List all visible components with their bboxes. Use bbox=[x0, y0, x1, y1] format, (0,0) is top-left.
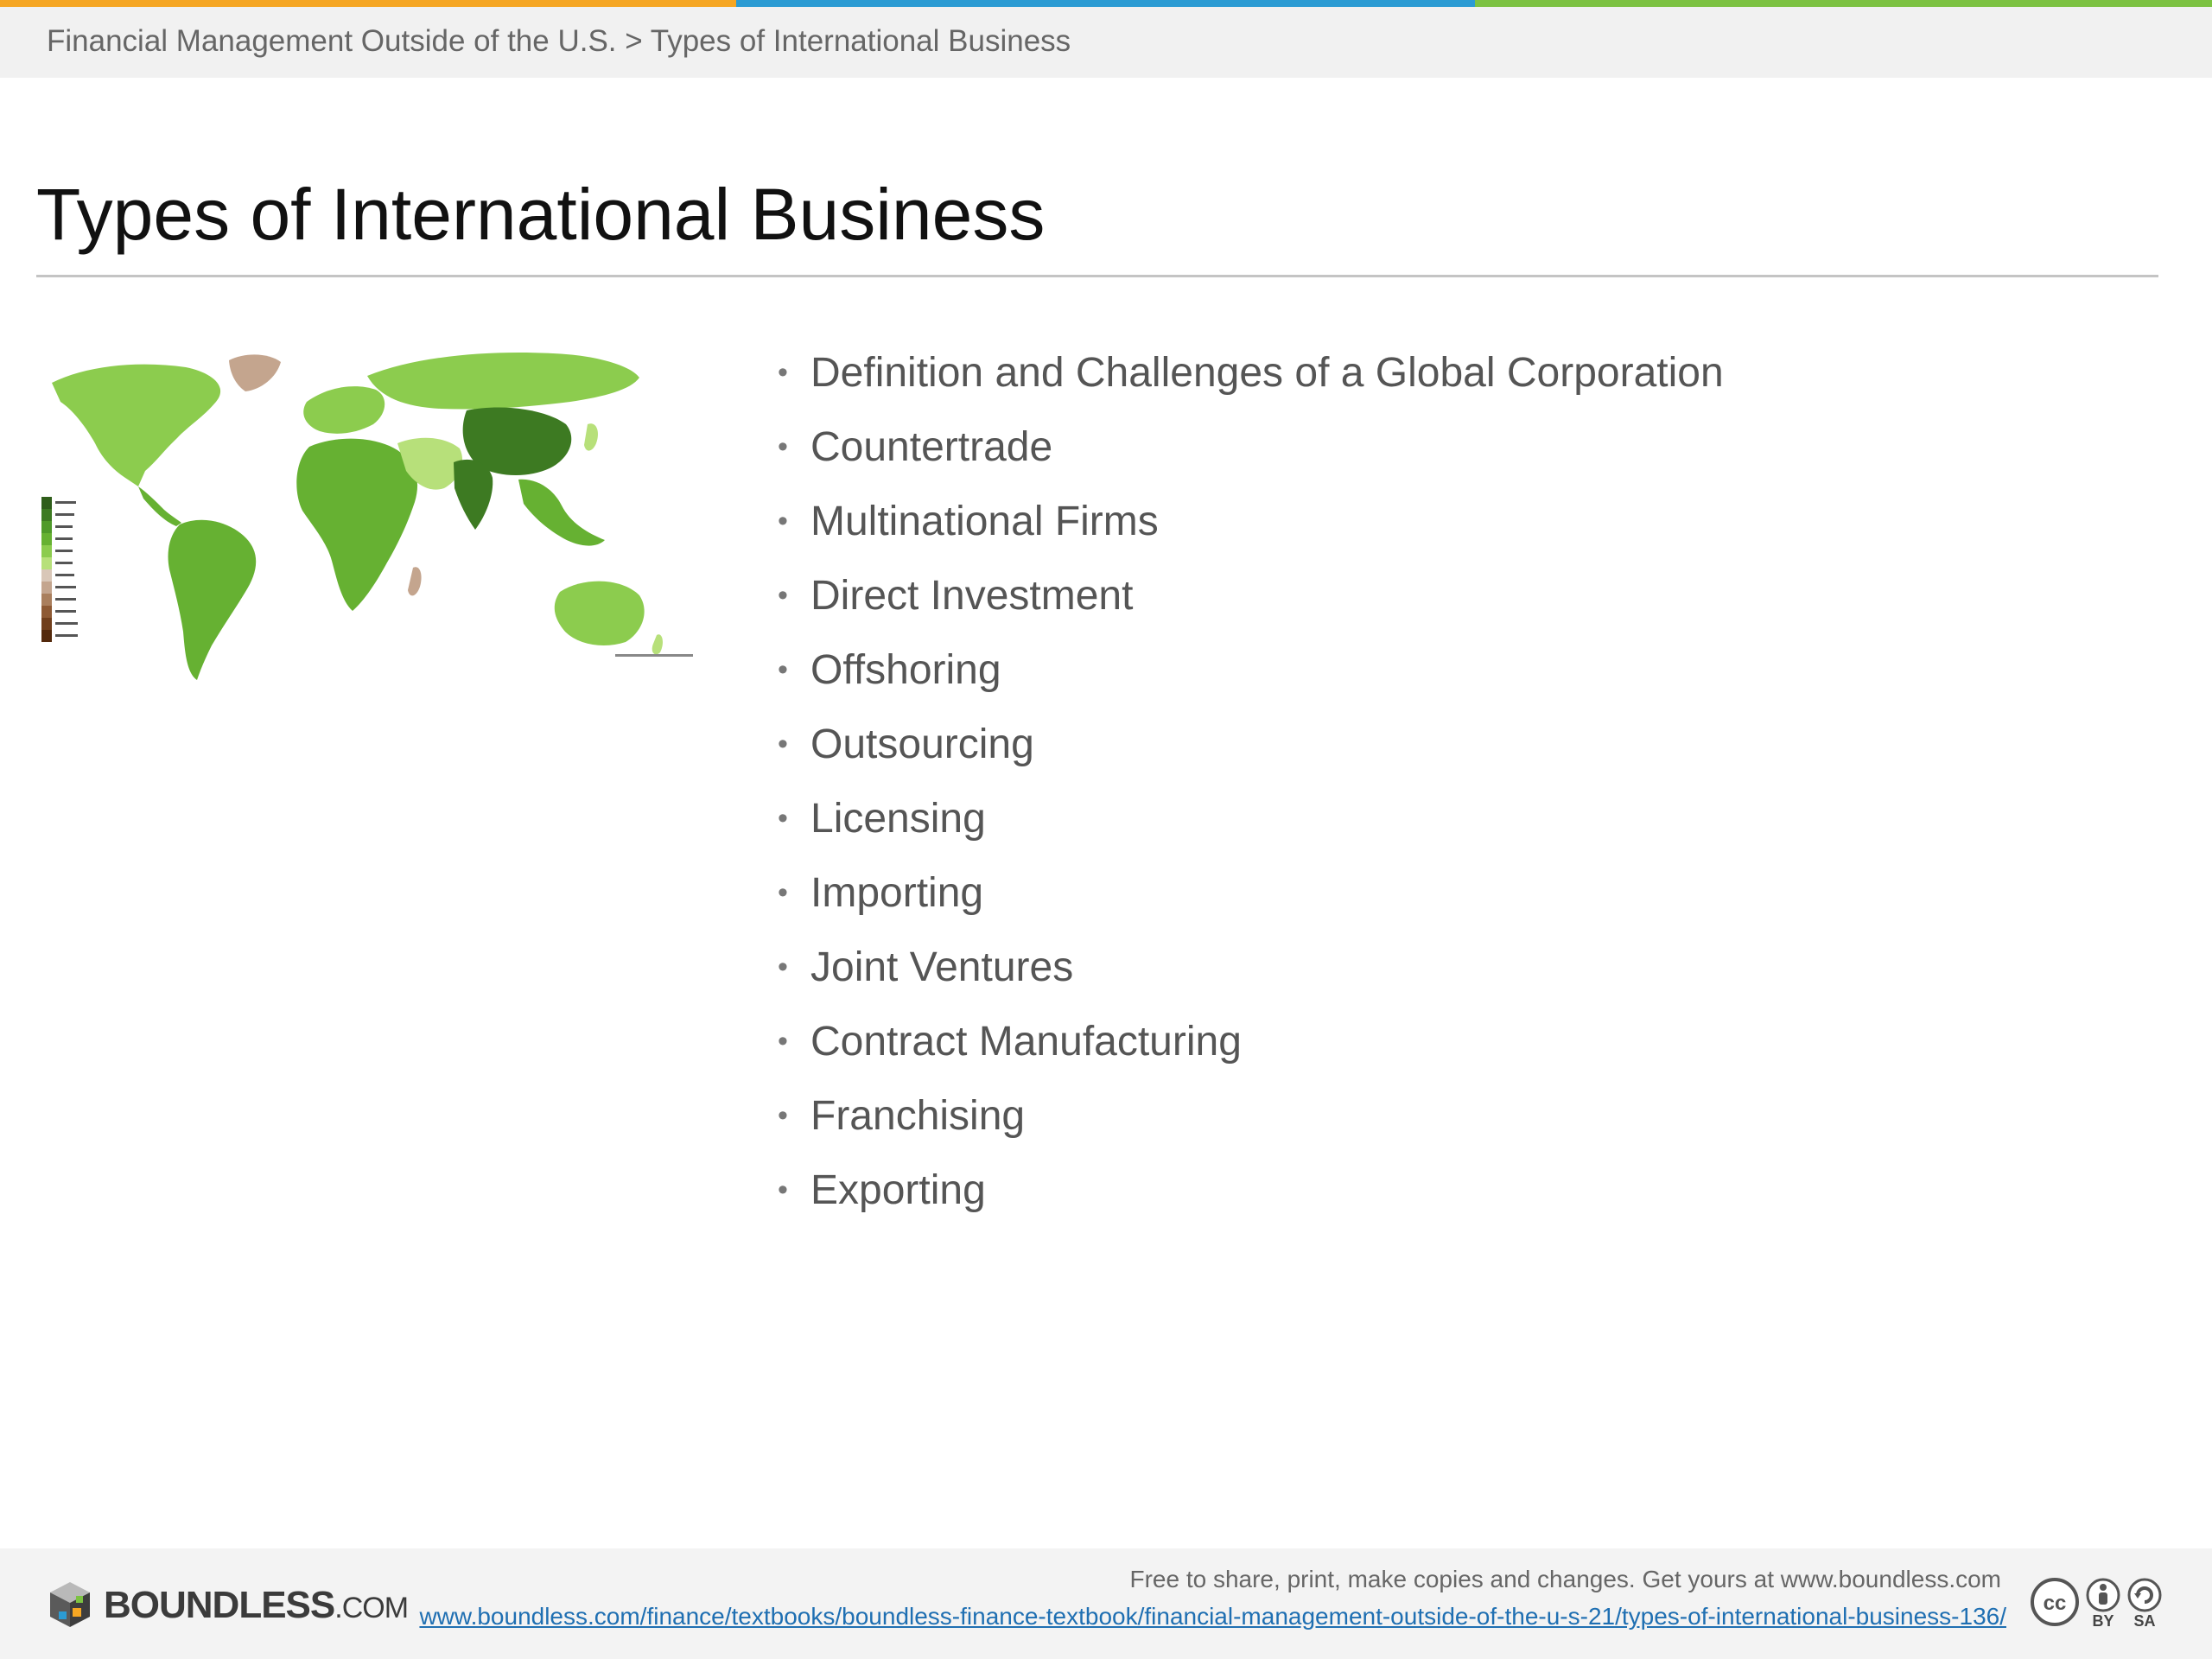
south-america bbox=[168, 519, 257, 680]
logo-wordmark: BOUNDLESS.COM bbox=[104, 1584, 409, 1627]
central-america bbox=[138, 486, 181, 526]
world-map-image bbox=[41, 353, 693, 680]
map-legend bbox=[41, 497, 78, 642]
bullet-icon: • bbox=[778, 801, 788, 835]
list-item: • Franchising bbox=[778, 1078, 1724, 1153]
list-item-text: Outsourcing bbox=[810, 721, 1034, 767]
cube-logo-icon bbox=[50, 1582, 90, 1627]
bullet-icon: • bbox=[778, 727, 788, 760]
list-item: • Outsourcing bbox=[778, 707, 1724, 781]
australia bbox=[554, 581, 645, 645]
bullet-icon: • bbox=[778, 652, 788, 686]
list-item-text: Multinational Firms bbox=[810, 498, 1159, 544]
list-item-text: Countertrade bbox=[810, 423, 1053, 470]
africa bbox=[296, 438, 418, 611]
slide-title: Types of International Business bbox=[36, 174, 1046, 255]
list-item-text: Franchising bbox=[810, 1092, 1026, 1139]
russia bbox=[367, 353, 639, 410]
list-item: • Importing bbox=[778, 855, 1724, 930]
list-item-text: Joint Ventures bbox=[810, 944, 1074, 990]
europe bbox=[303, 386, 385, 434]
list-item-text: Importing bbox=[810, 869, 984, 916]
cc-license-badges[interactable]: cc BY SA bbox=[2029, 1576, 2164, 1630]
sa-badge: SA bbox=[2126, 1576, 2164, 1630]
bullet-icon: • bbox=[778, 429, 788, 463]
india bbox=[454, 459, 493, 530]
boundless-logo[interactable]: BOUNDLESS.COM bbox=[43, 1579, 409, 1632]
share-alike-icon bbox=[2127, 1578, 2162, 1612]
logo-main-text: BOUNDLESS bbox=[104, 1584, 335, 1626]
top-color-bar bbox=[0, 0, 2212, 7]
bullet-icon: • bbox=[778, 1098, 788, 1132]
bullet-icon: • bbox=[778, 950, 788, 983]
breadcrumb-bar: Financial Management Outside of the U.S.… bbox=[0, 7, 2212, 78]
cc-badge: cc bbox=[2029, 1576, 2081, 1630]
bullet-icon: • bbox=[778, 504, 788, 537]
bullet-list: • Definition and Challenges of a Global C… bbox=[778, 335, 1724, 1227]
southeast-asia bbox=[518, 479, 605, 546]
by-label: BY bbox=[2092, 1612, 2114, 1630]
list-item: • Multinational Firms bbox=[778, 484, 1724, 558]
japan bbox=[584, 423, 598, 451]
list-item-text: Definition and Challenges of a Global Co… bbox=[810, 349, 1724, 396]
list-item-text: Licensing bbox=[810, 795, 986, 842]
new-zealand bbox=[652, 634, 663, 655]
footer: BOUNDLESS.COM Free to share, print, make… bbox=[0, 1548, 2212, 1659]
greenland bbox=[229, 354, 281, 391]
bullet-icon: • bbox=[778, 355, 788, 389]
list-item-text: Offshoring bbox=[810, 646, 1001, 693]
title-divider bbox=[36, 275, 2158, 277]
map-credit-mark bbox=[615, 654, 693, 657]
list-item: • Direct Investment bbox=[778, 558, 1724, 632]
list-item: • Licensing bbox=[778, 781, 1724, 855]
source-link[interactable]: www.boundless.com/finance/textbooks/boun… bbox=[365, 1602, 2006, 1631]
legend-tick-marks bbox=[55, 501, 78, 637]
list-item-text: Contract Manufacturing bbox=[810, 1018, 1242, 1065]
bullet-icon: • bbox=[778, 1024, 788, 1058]
bullet-icon: • bbox=[778, 1173, 788, 1206]
license-notice: Free to share, print, make copies and ch… bbox=[1129, 1566, 2001, 1592]
breadcrumb: Financial Management Outside of the U.S.… bbox=[47, 24, 1071, 58]
list-item: • Definition and Challenges of a Global C… bbox=[778, 335, 1724, 410]
top-color-bar-green bbox=[1475, 0, 2212, 7]
continents bbox=[52, 353, 663, 680]
top-color-bar-orange bbox=[0, 0, 736, 7]
list-item: • Joint Ventures bbox=[778, 930, 1724, 1004]
svg-text:cc: cc bbox=[2044, 1592, 2067, 1615]
madagascar bbox=[408, 567, 422, 596]
list-item-text: Exporting bbox=[810, 1166, 986, 1213]
bullet-icon: • bbox=[778, 875, 788, 909]
list-item: • Contract Manufacturing bbox=[778, 1004, 1724, 1078]
list-item: • Offshoring bbox=[778, 632, 1724, 707]
by-badge: BY bbox=[2084, 1576, 2122, 1630]
list-item: • Countertrade bbox=[778, 410, 1724, 484]
bullet-icon: • bbox=[778, 578, 788, 612]
creative-commons-icon: cc bbox=[2031, 1578, 2079, 1626]
list-item-text: Direct Investment bbox=[810, 572, 1134, 619]
attribution-person-icon bbox=[2086, 1578, 2120, 1612]
sa-label: SA bbox=[2133, 1612, 2156, 1630]
top-color-bar-blue bbox=[736, 0, 1475, 7]
north-america bbox=[52, 364, 221, 486]
list-item: • Exporting bbox=[778, 1153, 1724, 1227]
